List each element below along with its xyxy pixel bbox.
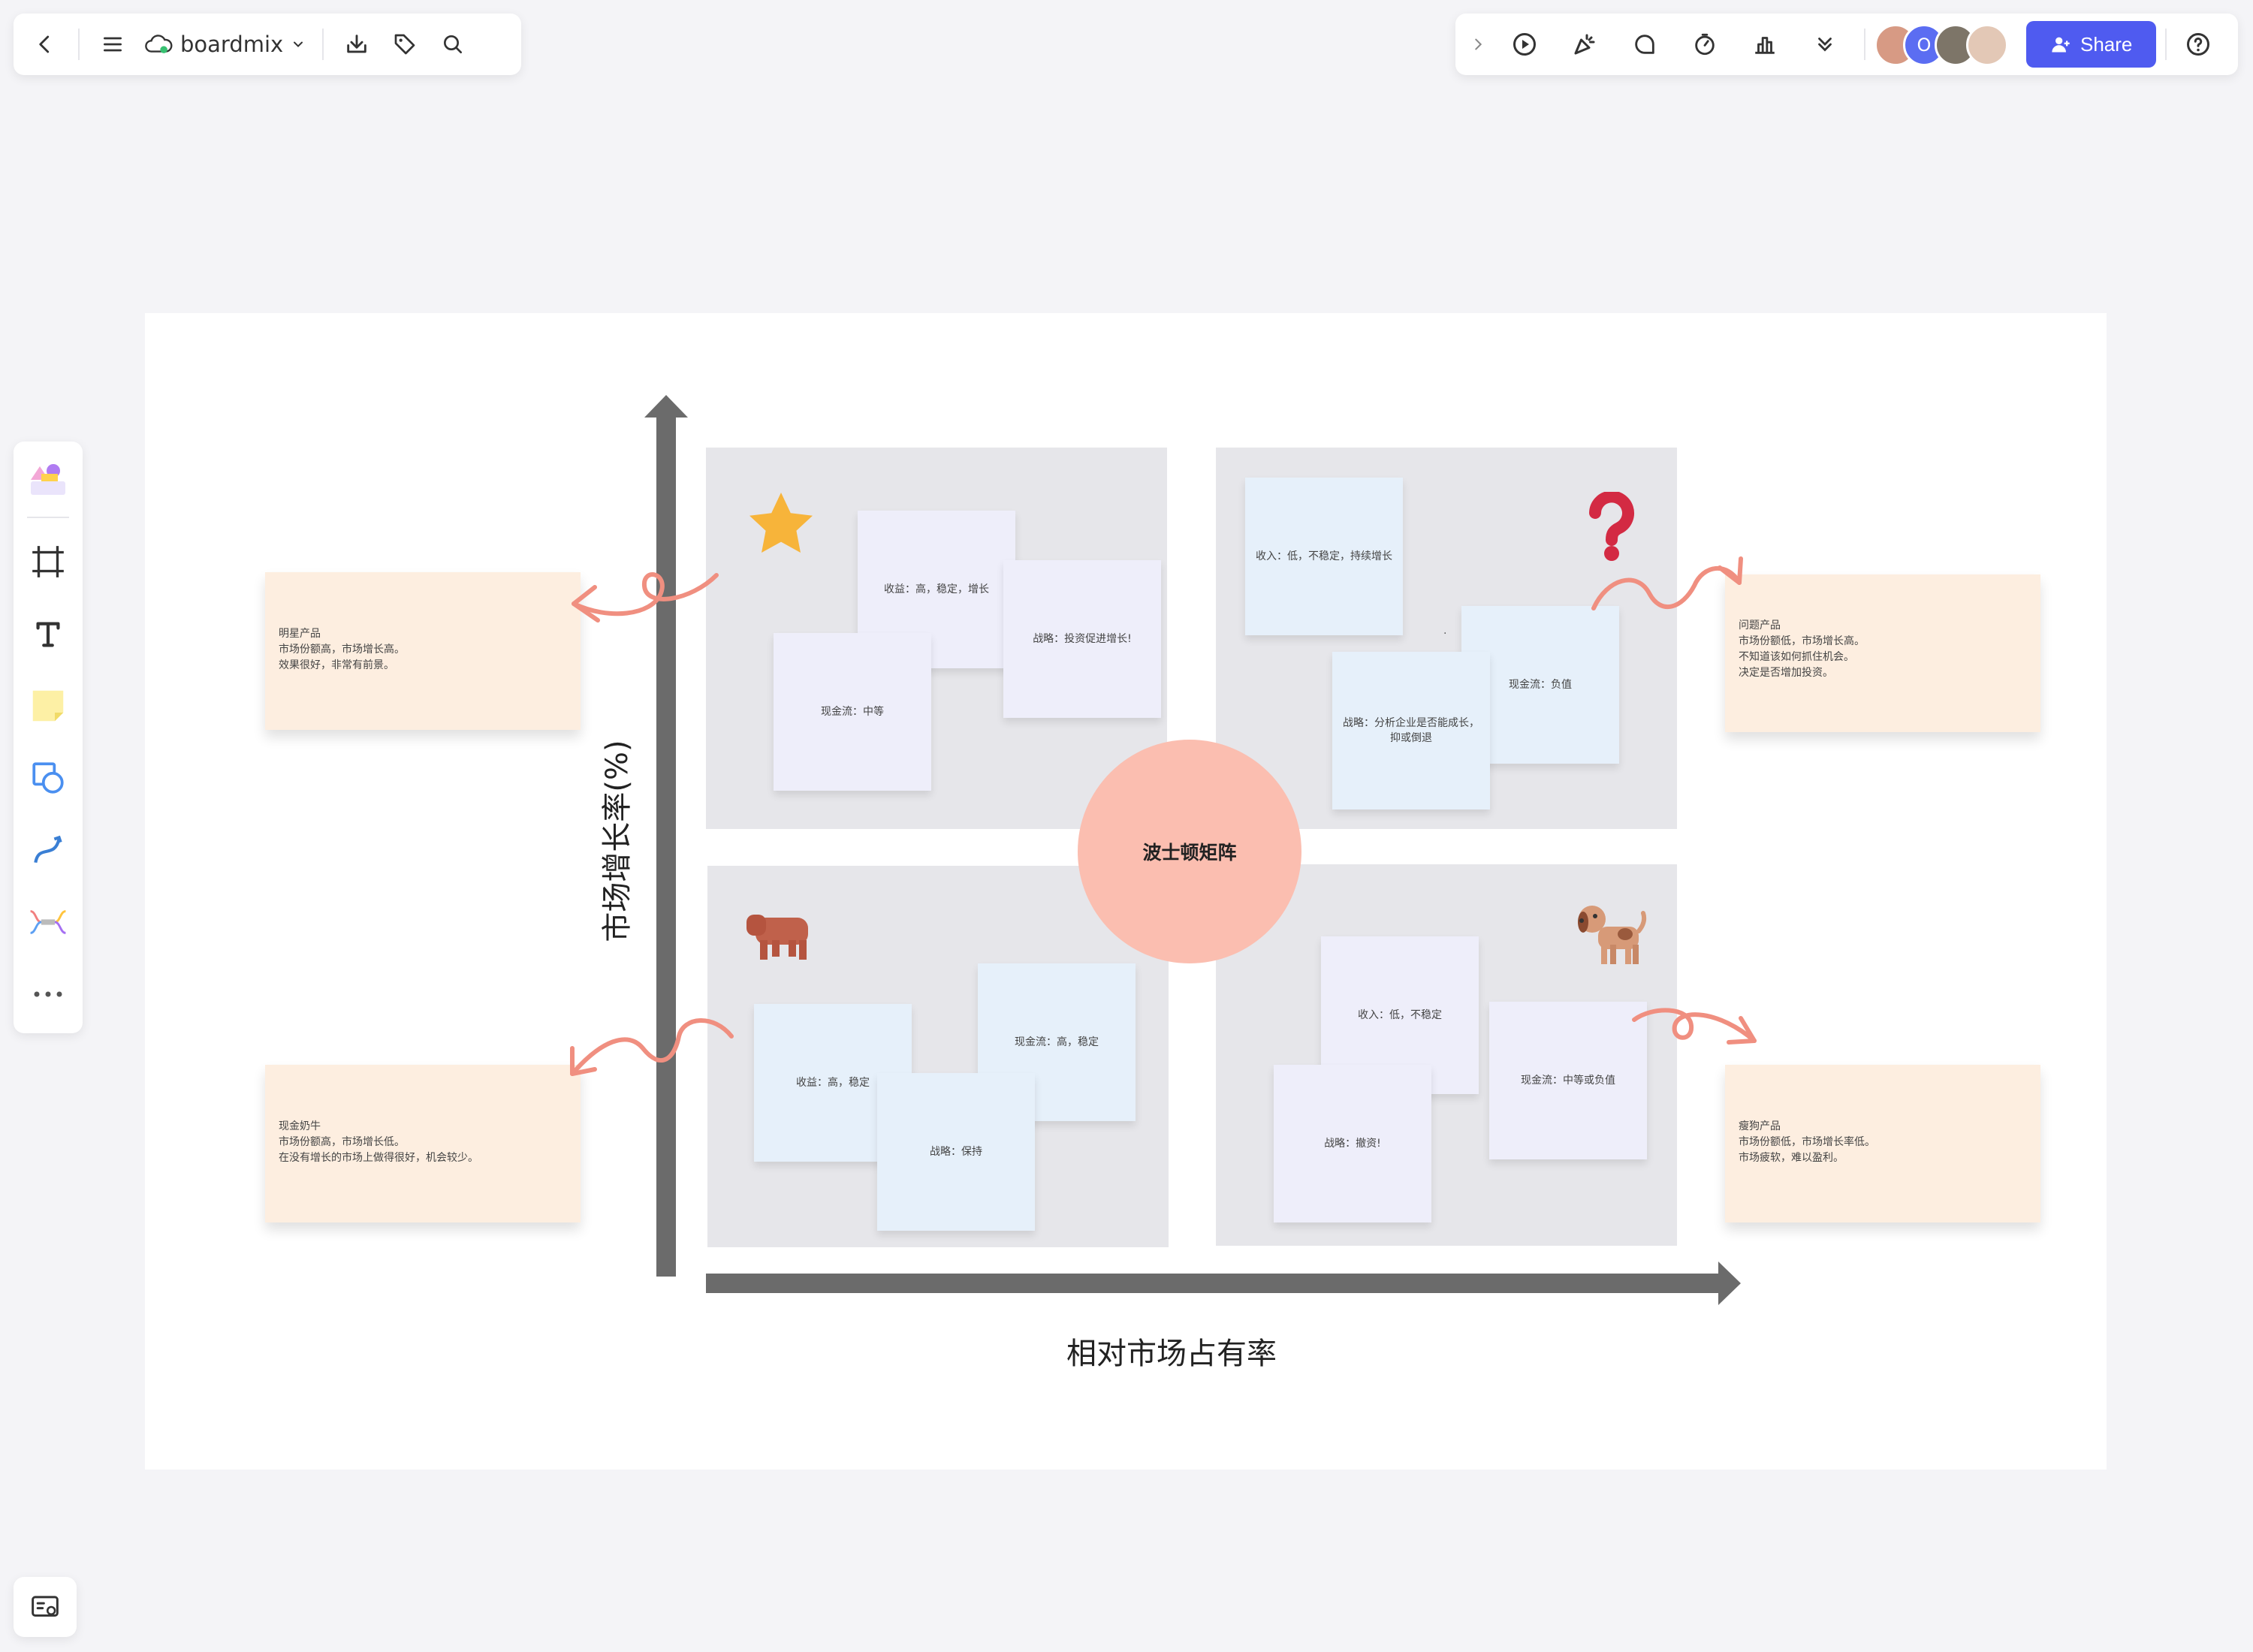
arrow-dog-to-note [1632, 1008, 1757, 1043]
arrowhead [572, 585, 600, 623]
arrow-question-to-note [1591, 566, 1742, 610]
arrow-star-to-note [572, 572, 719, 616]
curvy-arrows [570, 556, 1757, 1076]
arrow-cow-to-note [570, 1018, 734, 1076]
